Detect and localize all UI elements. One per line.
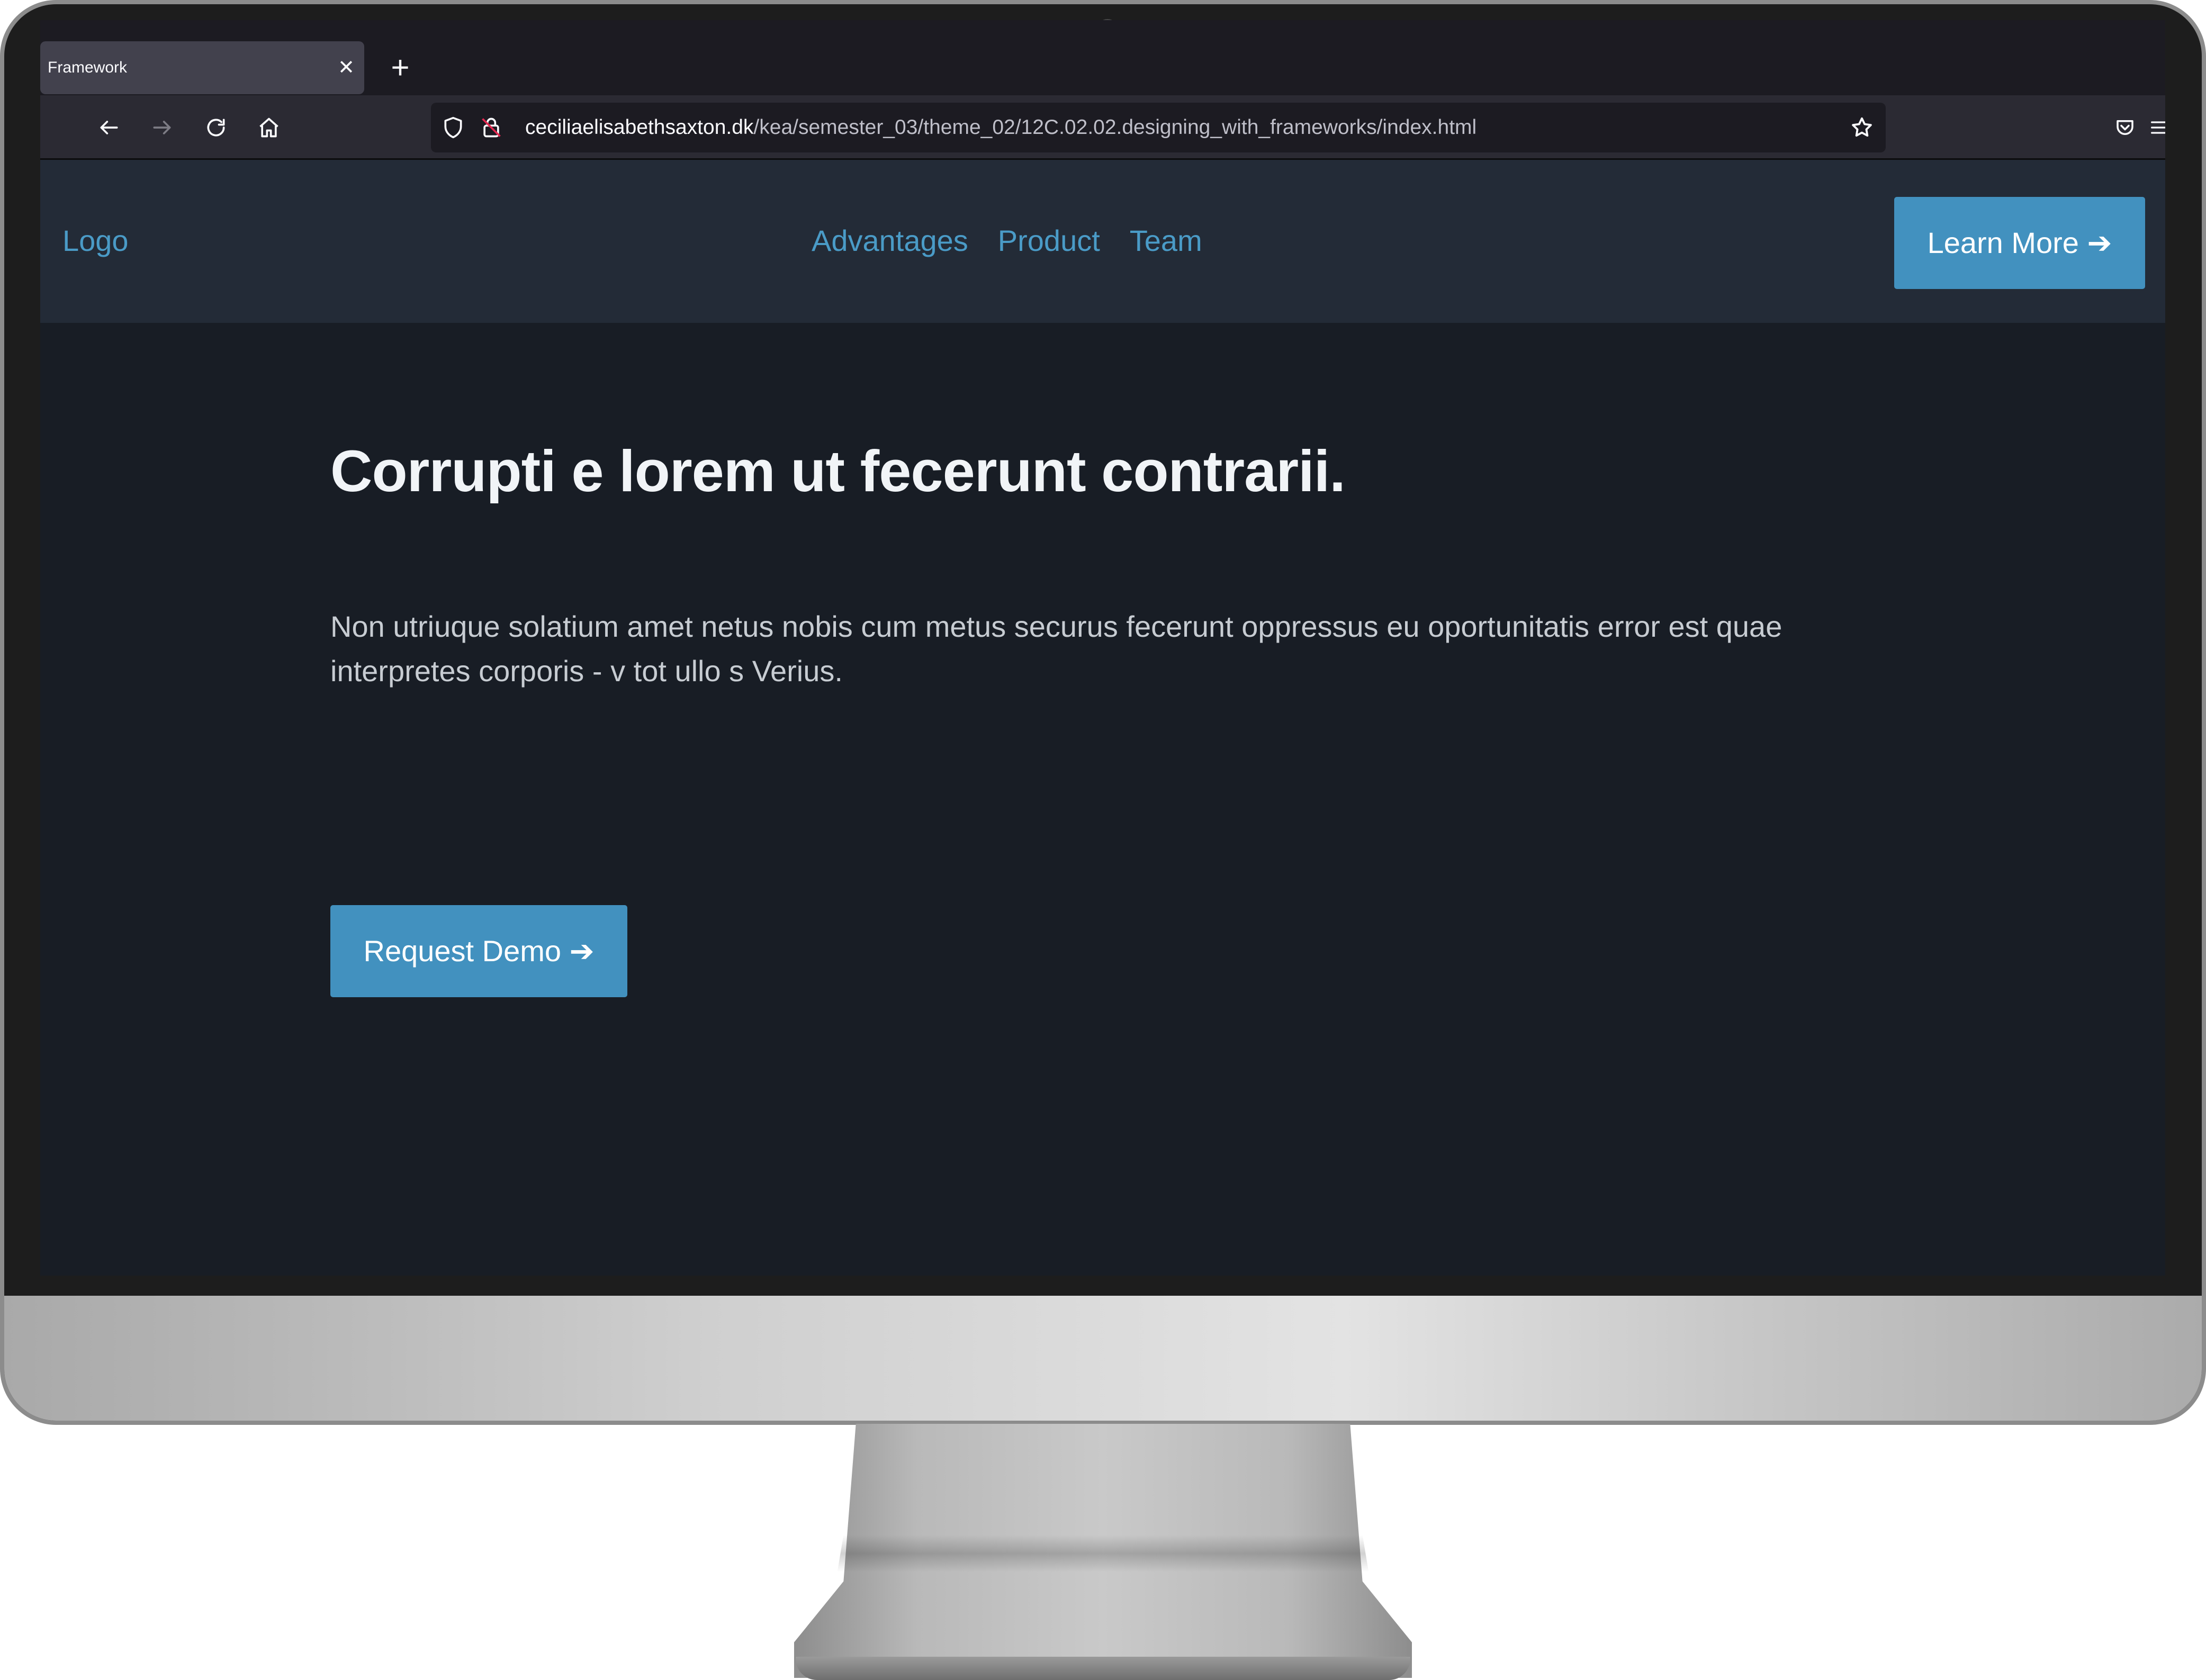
forward-button[interactable] [141,106,183,149]
bookmark-star-icon[interactable] [1850,115,1874,140]
shield-icon[interactable] [442,116,465,139]
site-nav: Advantages Product Team [812,223,1202,258]
monitor-frame: Framework ✕ + ceciliaelisabethsaxton.dk/… [0,0,2206,1425]
stand-shading [837,1535,1369,1572]
home-button[interactable] [248,106,290,149]
new-tab-button[interactable]: + [379,46,421,90]
tab-strip: Framework ✕ + [40,20,2165,95]
reload-button[interactable] [195,106,237,149]
learn-more-button[interactable]: Learn More ➔ [1894,197,2145,289]
tab-title: Framework [48,59,128,76]
stand-base [796,1657,1410,1680]
menu-icon [2151,121,2165,134]
url-path: /kea/semester_03/theme_02/12C.02.02.desi… [753,116,1477,139]
browser-window: Framework ✕ + ceciliaelisabethsaxton.dk/… [40,20,2165,1276]
pocket-icon [2117,120,2133,135]
back-button[interactable] [88,106,130,149]
url-text[interactable]: ceciliaelisabethsaxton.dk/kea/semester_0… [525,103,1476,152]
desktop-mockup: Framework ✕ + ceciliaelisabethsaxton.dk/… [0,0,2206,1680]
nav-link-product[interactable]: Product [998,223,1100,258]
site-logo[interactable]: Logo [62,223,129,258]
hero-title: Corrupti e lorem ut fecerunt contrarii. [330,439,1346,504]
home-icon [259,118,278,138]
reload-icon [207,119,225,137]
insecure-lock-icon[interactable] [480,116,503,139]
tab-framework[interactable]: Framework ✕ [40,41,364,94]
site-header: Logo Advantages Product Team Learn More … [40,160,2165,323]
menu-button[interactable] [2138,106,2165,149]
hero-text: Non utriuque solatium amet netus nobis c… [330,610,1782,688]
monitor-chin [4,1296,2202,1421]
request-demo-button[interactable]: Request Demo ➔ [330,905,627,997]
close-icon[interactable]: ✕ [338,58,355,78]
forward-arrow-icon [153,121,171,134]
nav-link-team[interactable]: Team [1130,223,1202,258]
url-bar[interactable]: ceciliaelisabethsaxton.dk/kea/semester_0… [431,103,1886,152]
page-viewport: Logo Advantages Product Team Learn More … [40,160,2165,1276]
url-host: ceciliaelisabethsaxton.dk [525,116,754,139]
nav-link-advantages[interactable]: Advantages [812,223,968,258]
back-arrow-icon [100,121,118,134]
browser-toolbar: ceciliaelisabethsaxton.dk/kea/semester_0… [40,95,2165,160]
